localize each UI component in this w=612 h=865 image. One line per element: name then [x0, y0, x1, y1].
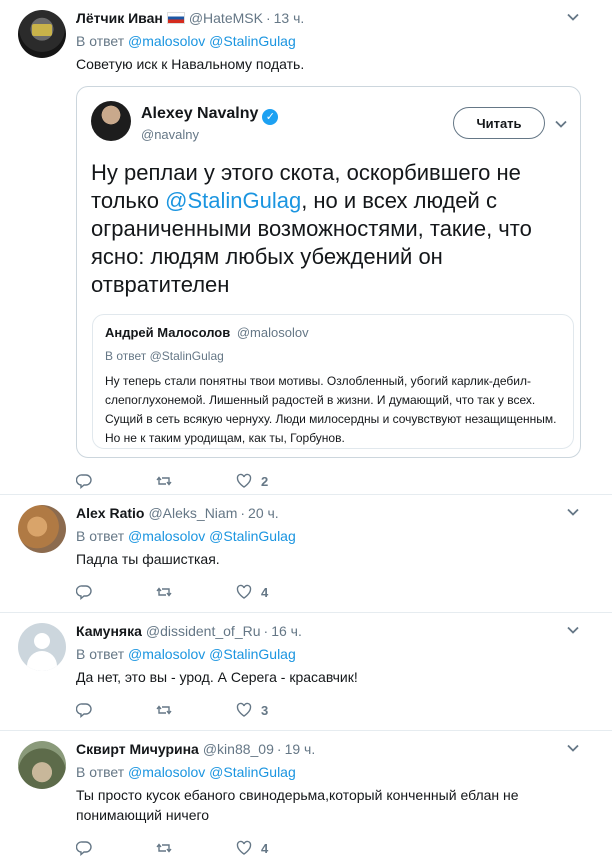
- tweet-actions: 3: [76, 697, 596, 723]
- quoted-author-name[interactable]: Alexey Navalny: [141, 105, 258, 122]
- reply-context: В ответ @malosolov @StalinGulag: [76, 764, 596, 780]
- heart-icon: [236, 473, 252, 488]
- retweet-button[interactable]: [156, 584, 236, 600]
- heart-icon: [236, 840, 252, 855]
- reply-mentions[interactable]: @malosolov @StalinGulag: [128, 764, 296, 780]
- timestamp[interactable]: 13 ч.: [274, 10, 305, 26]
- author-handle[interactable]: @dissident_of_Ru: [146, 623, 261, 639]
- timestamp[interactable]: 19 ч.: [285, 741, 316, 757]
- avatar[interactable]: [18, 10, 66, 58]
- timestamp[interactable]: 20 ч.: [248, 505, 279, 521]
- follow-button[interactable]: Читать: [453, 107, 545, 139]
- author-name[interactable]: Камуняка: [76, 623, 142, 639]
- author-name[interactable]: Сквирт Мичурина: [76, 741, 199, 757]
- reply-label: В ответ: [76, 646, 125, 662]
- chevron-down-icon[interactable]: [566, 505, 580, 519]
- reply-button[interactable]: [76, 473, 156, 489]
- separator: ·: [265, 10, 271, 26]
- reply-context: В ответ @malosolov @StalinGulag: [76, 646, 596, 662]
- tweet[interactable]: Сквирт Мичурина @kin88_09 · 19 ч. В отве…: [0, 731, 612, 865]
- tweet-actions: 2: [76, 468, 596, 494]
- tweet-actions: 4: [76, 579, 596, 605]
- tweet-header: Лётчик Иван @HateMSK · 13 ч.: [76, 8, 596, 28]
- timestamp[interactable]: 16 ч.: [271, 623, 302, 639]
- like-button[interactable]: 4: [236, 584, 316, 600]
- avatar[interactable]: [18, 623, 66, 671]
- heart-icon: [236, 702, 252, 717]
- separator: ·: [276, 741, 282, 757]
- reply-icon: [76, 474, 92, 489]
- nested-author-handle[interactable]: @malosolov: [237, 325, 309, 340]
- retweet-button[interactable]: [156, 840, 236, 856]
- like-count: 3: [261, 702, 269, 718]
- chevron-down-icon[interactable]: [566, 10, 580, 24]
- nested-quoted-tweet[interactable]: Андрей Малосолов @malosolov В ответ @Sta…: [92, 314, 574, 449]
- like-count: 4: [261, 584, 269, 600]
- chevron-down-icon[interactable]: [566, 741, 580, 755]
- reply-context: В ответ @malosolov @StalinGulag: [76, 33, 596, 49]
- nested-header: Андрей Малосолов @malosolov: [105, 325, 561, 340]
- reply-context: В ответ @malosolov @StalinGulag: [76, 528, 596, 544]
- retweet-icon: [156, 476, 172, 486]
- reply-mentions[interactable]: @malosolov @StalinGulag: [128, 528, 296, 544]
- author-handle[interactable]: @kin88_09: [203, 741, 274, 757]
- reply-icon: [76, 841, 92, 856]
- avatar[interactable]: [18, 741, 66, 789]
- reply-button[interactable]: [76, 584, 156, 600]
- retweet-icon: [156, 705, 172, 715]
- reply-label: В ответ: [76, 33, 125, 49]
- tweet[interactable]: Камуняка @dissident_of_Ru · 16 ч. В отве…: [0, 613, 612, 731]
- reply-label: В ответ: [76, 528, 125, 544]
- separator: ·: [240, 505, 246, 521]
- like-count: 2: [261, 473, 269, 489]
- separator: ·: [263, 623, 269, 639]
- tweet-header: Камуняка @dissident_of_Ru · 16 ч.: [76, 621, 596, 641]
- avatar[interactable]: [18, 505, 66, 553]
- tweet-text: Советую иск к Навальному подать.: [76, 56, 305, 72]
- author-handle[interactable]: @HateMSK: [189, 10, 263, 26]
- heart-icon: [236, 584, 252, 599]
- nested-text: Ну теперь стали понятны твои мотивы. Озл…: [105, 374, 557, 445]
- reply-icon: [76, 703, 92, 718]
- quoted-handle[interactable]: @navalny: [141, 127, 199, 142]
- chevron-down-icon[interactable]: [566, 623, 580, 637]
- author-name[interactable]: Alex Ratio: [76, 505, 144, 521]
- reply-label: В ответ: [76, 764, 125, 780]
- retweet-button[interactable]: [156, 473, 236, 489]
- reply-mentions[interactable]: @malosolov @StalinGulag: [128, 33, 296, 49]
- quoted-tweet[interactable]: Alexey Navalny ✓ @navalny Читать Ну репла…: [76, 86, 581, 458]
- reply-button[interactable]: [76, 702, 156, 718]
- reply-icon: [76, 585, 92, 600]
- tweet[interactable]: Alex Ratio @Aleks_Niam · 20 ч. В ответ @…: [0, 495, 612, 613]
- nested-reply-context: В ответ @StalinGulag: [105, 349, 224, 363]
- tweet-actions: 4: [76, 835, 596, 861]
- quoted-author[interactable]: Alexey Navalny ✓: [141, 105, 279, 125]
- quoted-text: Ну реплаи у этого скота, оскорбившего не…: [91, 159, 571, 299]
- chevron-down-icon[interactable]: [554, 117, 568, 131]
- reply-mentions[interactable]: @malosolov @StalinGulag: [128, 646, 296, 662]
- tweet-text: Ты просто кусок ебаного свинодерьма,кото…: [76, 787, 519, 823]
- russia-flag-icon: [166, 12, 185, 24]
- tweet-header: Сквирт Мичурина @kin88_09 · 19 ч.: [76, 739, 596, 759]
- nested-author-name[interactable]: Андрей Малосолов: [105, 325, 230, 340]
- verified-icon: ✓: [262, 109, 279, 125]
- like-button[interactable]: 4: [236, 840, 316, 856]
- tweet-text: Да нет, это вы - урод. А Серега - красав…: [76, 669, 358, 685]
- author-name[interactable]: Лётчик Иван: [76, 10, 163, 26]
- like-button[interactable]: 3: [236, 702, 316, 718]
- retweet-icon: [156, 587, 172, 597]
- author-handle[interactable]: @Aleks_Niam: [148, 505, 237, 521]
- avatar[interactable]: [91, 101, 131, 141]
- reply-button[interactable]: [76, 840, 156, 856]
- like-count: 4: [261, 840, 269, 856]
- retweet-button[interactable]: [156, 702, 236, 718]
- retweet-icon: [156, 843, 172, 853]
- tweet-header: Alex Ratio @Aleks_Niam · 20 ч.: [76, 503, 596, 523]
- like-button[interactable]: 2: [236, 473, 316, 489]
- tweet[interactable]: Лётчик Иван @HateMSK · 13 ч. В ответ @ma…: [0, 0, 612, 495]
- reply-feed: Лётчик Иван @HateMSK · 13 ч. В ответ @ma…: [0, 0, 612, 865]
- quoted-mention[interactable]: @StalinGulag: [165, 188, 301, 213]
- tweet-text: Падла ты фашисткая.: [76, 551, 220, 567]
